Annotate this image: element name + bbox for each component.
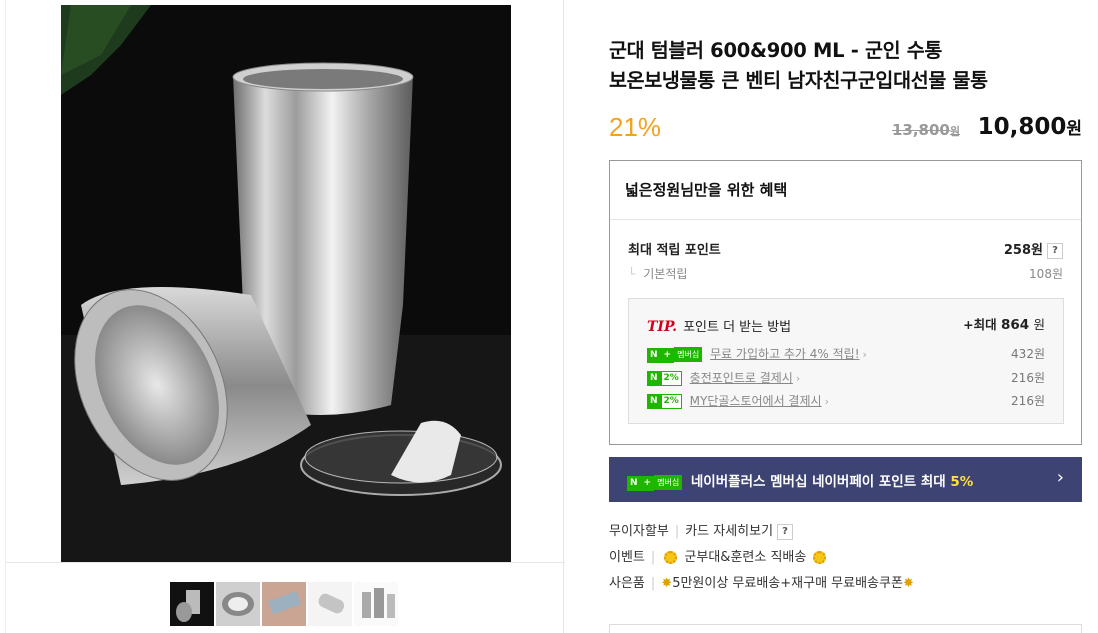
gift-row: 사은품 | ✸5만원이상 무료배송+재구매 무료배송쿠폰✸ (609, 576, 914, 591)
benefit-heading: 넓은정원님만을 위한 혜택 (610, 161, 1081, 220)
sale-price: 10,800원 (977, 114, 1082, 140)
tip-row-label[interactable]: MY단골스토어에서 결제시 (690, 394, 822, 408)
original-price: 13,800원 (891, 121, 960, 139)
help-icon[interactable]: ? (1047, 242, 1063, 259)
sun-icon (813, 551, 827, 564)
thumbnail-2[interactable] (216, 582, 260, 626)
chevron-right-icon: › (862, 348, 867, 361)
naver-2-percent-badge: N 2% (647, 394, 682, 409)
basic-points-label: 기본적립 (643, 267, 688, 281)
thumbnail-5[interactable] (354, 582, 398, 626)
naver-2-percent-badge: N 2% (647, 371, 682, 386)
max-points-row: 최대 적립 포인트 258원? (628, 239, 1063, 259)
banner-text: 네이버플러스 멤버십 네이버페이 포인트 최대 (690, 474, 946, 490)
gift-label: 사은품 (609, 576, 645, 591)
event-label: 이벤트 (609, 550, 645, 565)
membership-banner[interactable]: N + 멤버십 네이버플러스 멤버십 네이버페이 포인트 최대 5% › (609, 457, 1082, 502)
tip-title: TIP. 포인트 더 받는 방법 (647, 319, 792, 335)
tip-row-value: 432원 (1011, 347, 1045, 361)
title-line-2: 보온보냉물통 큰 벤티 남자친구군입대선물 물통 (609, 69, 988, 92)
sun-icon (664, 551, 678, 564)
thumbnail-3[interactable] (262, 582, 306, 626)
installment-row: 무이자할부 | 카드 자세히보기? (609, 520, 794, 540)
help-icon[interactable]: ? (777, 523, 794, 540)
banner-highlight: 5% (950, 474, 974, 490)
tip-row-value: 216원 (1011, 394, 1045, 408)
tip-row-label[interactable]: 충전포인트로 결제시 (690, 371, 793, 385)
basic-points-row: └ 기본적립 108원 (628, 267, 1063, 281)
event-text: 군부대&훈련소 직배송 (684, 550, 807, 565)
card-details-link[interactable]: 카드 자세히보기 (685, 524, 773, 539)
main-product-image[interactable] (61, 5, 511, 562)
event-row: 이벤트 | 군부대&훈련소 직배송 (609, 546, 829, 565)
chevron-right-icon: › (1056, 467, 1064, 488)
tumbler-photo (61, 5, 511, 562)
title-line-1: 군대 텀블러 600&900 ML - 군인 수통 (609, 39, 943, 62)
tip-box: TIP. 포인트 더 받는 방법 +최대 864 원 N + 멤버십 무료 가입하고 … (628, 298, 1064, 424)
tip-row-value: 216원 (1011, 371, 1045, 385)
option-box-edge (609, 624, 1082, 633)
basic-points-value: 108원 (1029, 267, 1063, 281)
product-title: 군대 텀블러 600&900 ML - 군인 수통 보온보냉물통 큰 벤티 남자… (609, 36, 1082, 96)
sparkle-icon: ✸ (902, 576, 914, 591)
benefit-box: 넓은정원님만을 위한 혜택 최대 적립 포인트 258원? └ 기본적립 108원… (609, 160, 1082, 445)
tip-row-membership[interactable]: N + 멤버십 무료 가입하고 추가 4% 적립! › 432원 (647, 345, 1045, 363)
chevron-right-icon: › (824, 395, 829, 408)
tip-row-charge[interactable]: N 2% 충전포인트로 결제시 › 216원 (647, 369, 1045, 386)
discount-rate: 21% (609, 112, 662, 142)
tip-max-points: +최대 864 원 (963, 317, 1045, 333)
naver-membership-badge: N + 멤버십 (647, 347, 703, 363)
naver-membership-badge: N + 멤버십 (627, 474, 683, 491)
thumbnail-1[interactable] (170, 582, 214, 626)
max-points-label: 최대 적립 포인트 (628, 243, 721, 258)
max-points-value: 258원? (1004, 239, 1063, 259)
sparkle-icon: ✸ (661, 576, 673, 591)
thumbnail-4[interactable] (308, 582, 352, 626)
installment-label: 무이자할부 (609, 524, 669, 539)
chevron-right-icon: › (795, 372, 801, 385)
product-gallery (5, 0, 565, 633)
gift-text: 5만원이상 무료배송+재구매 무료배송쿠폰 (672, 576, 903, 591)
tip-row-label[interactable]: 무료 가입하고 추가 4% 적립! (710, 347, 860, 361)
thumbnail-strip (6, 562, 565, 633)
tip-row-store[interactable]: N 2% MY단골스토어에서 결제시 › 216원 (647, 392, 1045, 409)
